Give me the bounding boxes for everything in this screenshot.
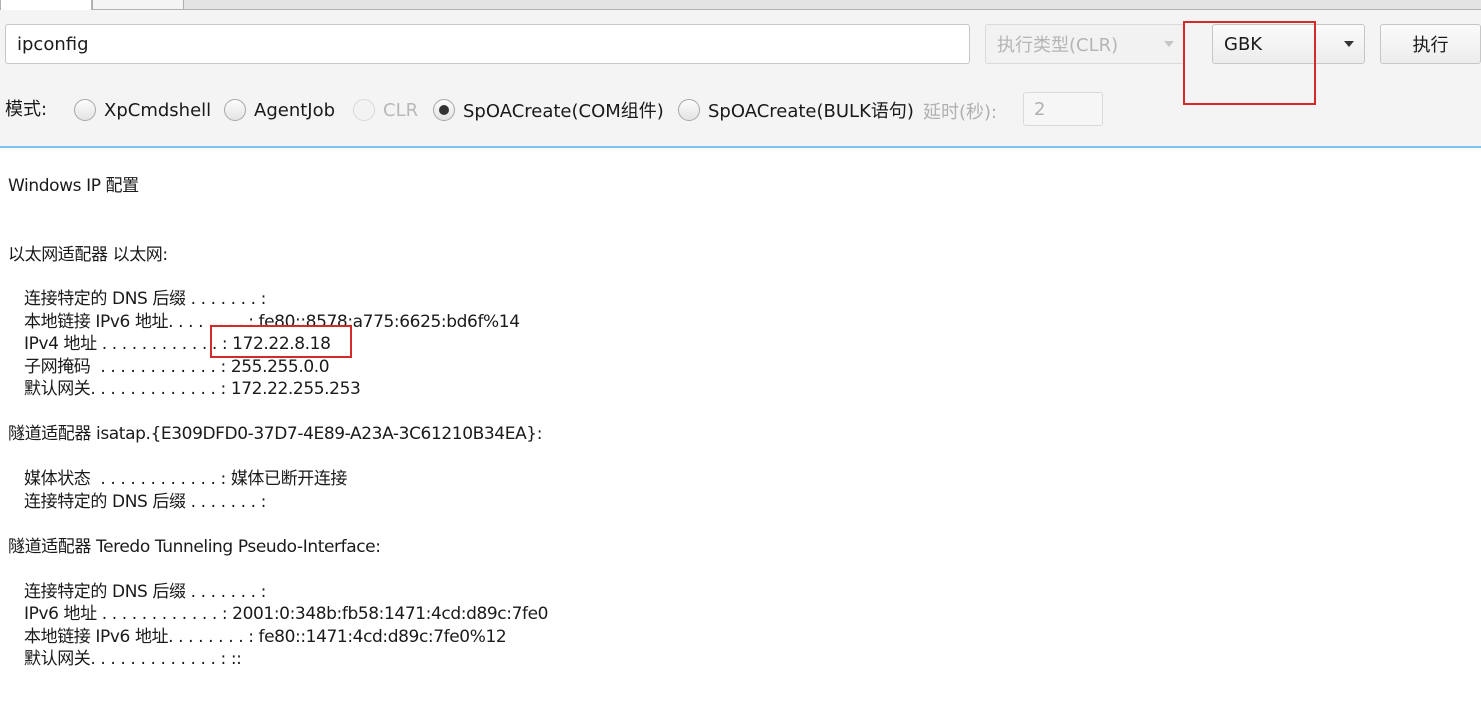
mode-radio-label: AgentJob bbox=[254, 99, 336, 121]
mode-label: 模式: bbox=[5, 99, 48, 120]
output-line: IPv6 地址 . . . . . . . . . . . . : 2001:0… bbox=[24, 604, 549, 624]
output-line: 本地链接 IPv6 地址. . . . . . . . : fe80::1471… bbox=[24, 627, 507, 647]
output-line: Windows IP 配置 bbox=[8, 176, 139, 196]
radio-circle[interactable] bbox=[74, 99, 96, 121]
output-panel: Windows IP 配置 以太网适配器 以太网: 连接特定的 DNS 后缀 .… bbox=[0, 149, 1481, 701]
output-line: 连接特定的 DNS 后缀 . . . . . . . : bbox=[24, 582, 266, 602]
output-line: 隧道适配器 Teredo Tunneling Pseudo-Interface: bbox=[8, 537, 381, 557]
separator-line bbox=[0, 146, 1481, 148]
output-line: 连接特定的 DNS 后缀 . . . . . . . : bbox=[24, 289, 266, 309]
output-line: 隧道适配器 isatap.{E309DFD0-37D7-4E89-A23A-3C… bbox=[8, 424, 543, 444]
delay-input bbox=[1023, 92, 1103, 126]
exec-type-value: 执行类型(CLR) bbox=[997, 35, 1119, 56]
mode-radio-label: SpOACreate(BULK语句) bbox=[708, 101, 914, 122]
run-button[interactable]: 执行 bbox=[1380, 24, 1481, 64]
chevron-down-icon bbox=[1344, 41, 1354, 47]
chevron-down-icon bbox=[1164, 41, 1174, 47]
radio-circle[interactable] bbox=[433, 99, 455, 121]
mode-radio-label: XpCmdshell bbox=[104, 99, 212, 121]
command-input[interactable] bbox=[5, 24, 970, 64]
exec-type-select: 执行类型(CLR) bbox=[985, 24, 1185, 64]
mode-radio-spoacreate-bulk[interactable]: SpOACreate(BULK语句) bbox=[678, 97, 914, 123]
output-line: 媒体状态 . . . . . . . . . . . . : 媒体已断开连接 bbox=[24, 469, 348, 489]
output-line: 默认网关. . . . . . . . . . . . . : 172.22.2… bbox=[24, 379, 361, 399]
tab-secondary[interactable] bbox=[92, 0, 184, 10]
mode-radio-agentjob[interactable]: AgentJob bbox=[224, 97, 335, 123]
tab-command[interactable] bbox=[0, 0, 92, 10]
mode-radio-label: SpOACreate(COM组件) bbox=[463, 101, 664, 122]
mode-radio-label: CLR bbox=[383, 99, 419, 121]
mode-radio-clr: CLR bbox=[353, 97, 418, 123]
radio-circle[interactable] bbox=[678, 99, 700, 121]
delay-label: 延时(秒): bbox=[923, 102, 998, 123]
radio-circle bbox=[353, 99, 375, 121]
radio-circle[interactable] bbox=[224, 99, 246, 121]
output-line: IPv4 地址 . . . . . . . . . . . . : 172.22… bbox=[24, 334, 331, 354]
output-line: 连接特定的 DNS 后缀 . . . . . . . : bbox=[24, 492, 266, 512]
output-line: 默认网关. . . . . . . . . . . . . : :: bbox=[24, 649, 242, 669]
encoding-select[interactable]: GBK bbox=[1212, 24, 1365, 64]
output-line: 子网掩码 . . . . . . . . . . . . : 255.255.0… bbox=[24, 357, 330, 377]
mode-radio-xpcmdshell[interactable]: XpCmdshell bbox=[74, 97, 211, 123]
mode-radio-spoacreate-com[interactable]: SpOACreate(COM组件) bbox=[433, 97, 664, 123]
tab-strip bbox=[0, 0, 1481, 10]
output-line: 本地链接 IPv6 地址. . . . . . . . : fe80::8578… bbox=[24, 312, 520, 332]
output-line: 以太网适配器 以太网: bbox=[8, 245, 168, 265]
encoding-value: GBK bbox=[1224, 33, 1263, 55]
